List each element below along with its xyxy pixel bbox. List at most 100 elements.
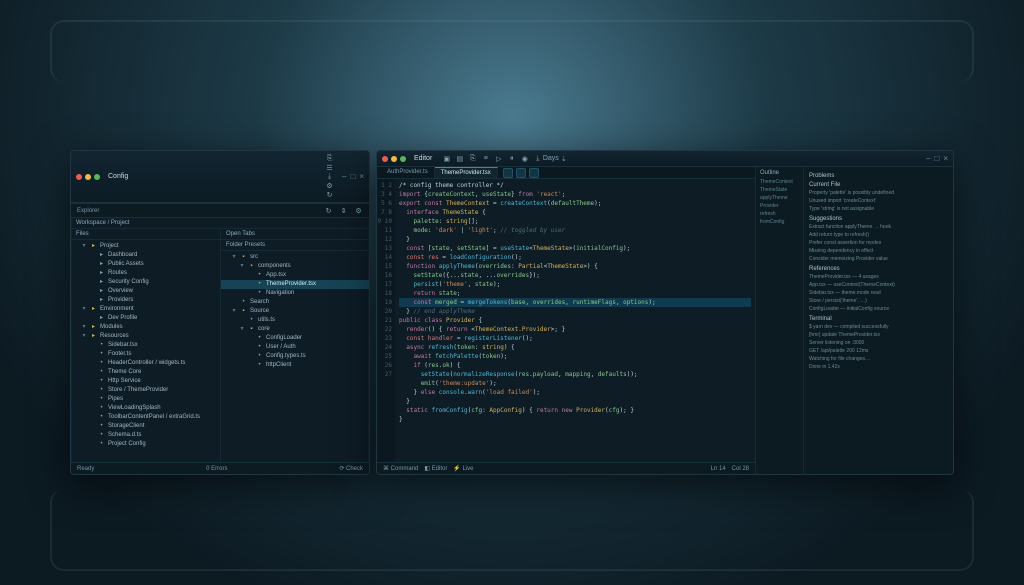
outline-item[interactable]: applyTheme [760, 194, 799, 202]
panel-row[interactable]: Missing dependency in effect [809, 247, 948, 255]
tree-item[interactable]: ▸Overview [71, 287, 220, 296]
outline-item[interactable]: fromConfig [760, 218, 799, 226]
refresh-icon[interactable]: ↻ [324, 206, 333, 215]
status-item[interactable]: ⌘ Command [383, 465, 418, 472]
file-node[interactable]: •Config.types.ts [221, 352, 369, 361]
editor-tab[interactable]: AuthProvider.ts [381, 167, 435, 178]
toolbar-icon[interactable]: ⎘ [325, 154, 334, 163]
outline-item[interactable]: refresh [760, 210, 799, 218]
tree-item[interactable]: •Http Service [71, 377, 220, 386]
code-content[interactable]: /* config theme controller */import {cre… [395, 179, 755, 462]
zoom-dot[interactable] [400, 156, 406, 162]
close-dot[interactable] [76, 174, 82, 180]
code-editor[interactable]: 1 2 3 4 5 6 7 8 9 10 11 12 13 14 15 16 1… [377, 179, 755, 462]
file-node[interactable]: •ConfigLoader [221, 334, 369, 343]
window-controls-win[interactable]: –□× [342, 172, 364, 181]
tree-item[interactable]: •Sidebar.tsx [71, 341, 220, 350]
toolbar-icon[interactable]: ⤓ [325, 172, 334, 181]
minimize-dot[interactable] [85, 174, 91, 180]
toolbar-icon[interactable]: ▣ [442, 154, 451, 163]
panel-row[interactable]: Consider memoizing Provider value [809, 255, 948, 263]
file-node[interactable]: •App.tsx [221, 271, 369, 280]
toolbar-icon[interactable]: ⤓ [533, 154, 542, 163]
panel-group-header[interactable]: Terminal [809, 316, 948, 322]
toolbar-icon[interactable]: ▷ [494, 154, 503, 163]
file-node[interactable]: •Navigation [221, 289, 369, 298]
window-controls-mac[interactable] [76, 174, 100, 180]
tree-item[interactable]: •HeaderController / widgets.ts [71, 359, 220, 368]
tree-section[interactable]: ▾▸Resources [71, 332, 220, 341]
tree-section[interactable]: ▾▸Environment [71, 305, 220, 314]
file-node[interactable]: •utils.ts [221, 316, 369, 325]
tree-item[interactable]: •ViewLoadingSplash [71, 404, 220, 413]
file-node[interactable]: •User / Auth [221, 343, 369, 352]
settings-icon[interactable]: ⚙ [354, 206, 363, 215]
panel-row[interactable]: Unused import 'createContext' [809, 197, 948, 205]
tree-section[interactable]: ▾▸Modules [71, 323, 220, 332]
panel-row[interactable]: ConfigLoader — initialConfig source [809, 305, 948, 313]
tree-item[interactable]: •Project Config [71, 440, 220, 449]
outline-item[interactable]: Provider [760, 202, 799, 210]
folder-tree[interactable]: ▾▪src▾▪components•App.tsx•ThemeProvider.… [221, 251, 369, 462]
toolbar-icon[interactable]: ⏸ [507, 154, 516, 163]
toolbar-icon[interactable]: ≡ [481, 154, 490, 163]
panel-row[interactable]: Add return type to refresh() [809, 231, 948, 239]
tree-item[interactable]: ▸Providers [71, 296, 220, 305]
toolbar-icon[interactable]: ☰ [325, 163, 334, 172]
editor-titlebar[interactable]: Editor ▣▤⎘≡▷⏸◉⤓Days⇣ –□× [377, 151, 953, 167]
minimize-dot[interactable] [391, 156, 397, 162]
panel-row[interactable]: $ yarn dev — compiled successfully [809, 323, 948, 331]
file-tree[interactable]: ▾▸Project▸Dashboard▸Public Assets▸Routes… [71, 240, 220, 462]
close-dot[interactable] [382, 156, 388, 162]
window-controls-mac[interactable] [382, 156, 406, 162]
tree-item[interactable]: •ToolbarContentPanel / extraGrid.ts [71, 413, 220, 422]
folder-node[interactable]: ▾▪src [221, 253, 369, 262]
panel-row[interactable]: ThemeProvider.tsx — 4 usages [809, 273, 948, 281]
editor-tab[interactable]: ThemeProvider.tsx [435, 167, 498, 178]
toolbar-icon[interactable]: ⇣ [559, 154, 568, 163]
toolbar-icon[interactable]: Days [546, 154, 555, 163]
folder-node[interactable]: ▾▪Source [221, 307, 369, 316]
toolbar-icon[interactable]: ⎘ [468, 154, 477, 163]
status-item[interactable]: ◧ Editor [424, 465, 447, 472]
panel-row[interactable]: Done in 1.42s [809, 363, 948, 371]
file-node[interactable]: •ThemeProvider.tsx [221, 280, 369, 289]
tree-item[interactable]: ▸Dev Profile [71, 314, 220, 323]
outline-item[interactable]: ThemeState [760, 186, 799, 194]
status-item[interactable]: Col 28 [732, 466, 749, 472]
toolbar-icon[interactable]: ▤ [455, 154, 464, 163]
tree-item[interactable]: ▸Dashboard [71, 251, 220, 260]
collapse-icon[interactable]: ⇕ [339, 206, 348, 215]
panel-row[interactable]: Sidebar.tsx — theme.mode read [809, 289, 948, 297]
panel-row[interactable]: GET /api/palette 200 12ms [809, 347, 948, 355]
tree-item[interactable]: ▸Public Assets [71, 260, 220, 269]
tree-item[interactable]: •Footer.ts [71, 350, 220, 359]
folder-node[interactable]: ▾▪core [221, 325, 369, 334]
tree-item[interactable]: •Store / ThemeProvider [71, 386, 220, 395]
toolbar-icon[interactable]: ⚙ [325, 181, 334, 190]
tree-item[interactable]: ▸Routes [71, 269, 220, 278]
panel-row[interactable]: Store / persist('theme', …) [809, 297, 948, 305]
toolbar-icon[interactable]: ↻ [325, 190, 334, 199]
tree-item[interactable]: •Schema.d.ts [71, 431, 220, 440]
panel-group-header[interactable]: Suggestions [809, 216, 948, 222]
status-item[interactable]: ⚡ Live [453, 465, 473, 472]
tree-item[interactable]: •Pipes [71, 395, 220, 404]
panel-row[interactable]: Type 'string' is not assignable [809, 205, 948, 213]
status-check[interactable]: ⟳ Check [339, 465, 363, 472]
panel-row[interactable]: Prefer const assertion for modes [809, 239, 948, 247]
tree-item[interactable]: •Theme Core [71, 368, 220, 377]
toolbar-icon[interactable]: ◉ [520, 154, 529, 163]
folder-node[interactable]: ▾▪components [221, 262, 369, 271]
tree-item[interactable]: ▸Security Config [71, 278, 220, 287]
explorer-titlebar[interactable]: Config ⎘☰⤓⚙↻ –□× [71, 151, 369, 203]
panel-row[interactable]: Extract function applyTheme → hook [809, 223, 948, 231]
panel-row[interactable]: Server listening on :3000 [809, 339, 948, 347]
tabstrip[interactable]: AuthProvider.tsThemeProvider.tsx [377, 167, 755, 179]
window-controls-win[interactable]: –□× [926, 154, 948, 163]
zoom-dot[interactable] [94, 174, 100, 180]
tree-section[interactable]: ▾▸Project [71, 242, 220, 251]
file-node[interactable]: •httpClient [221, 361, 369, 370]
file-node[interactable]: •Search [221, 298, 369, 307]
panel-group-header[interactable]: Current File [809, 182, 948, 188]
